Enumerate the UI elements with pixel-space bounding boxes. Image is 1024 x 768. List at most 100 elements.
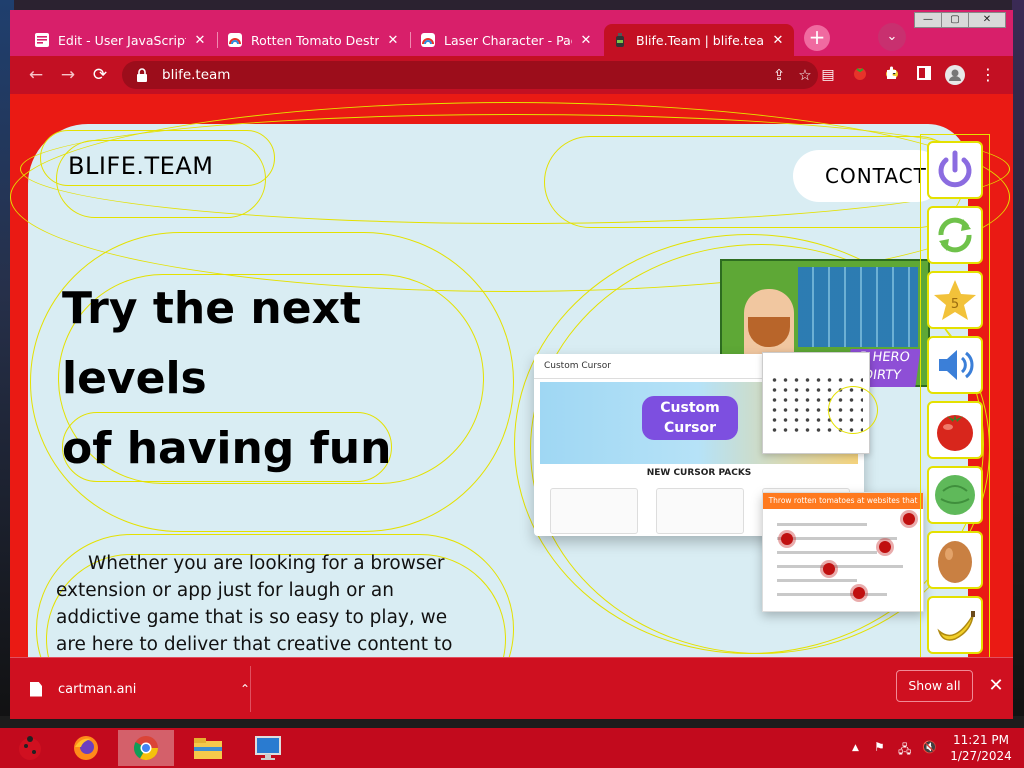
tab-close-icon[interactable]: ✕: [192, 33, 208, 48]
tab-edit-user-javascript[interactable]: Edit - User JavaScript and ✕: [26, 24, 216, 56]
new-tab-button[interactable]: +: [804, 25, 830, 51]
bookmark-star-icon[interactable]: ☆: [792, 66, 818, 84]
ladybug-icon: [19, 736, 41, 760]
browser-toolbar: ← → ⟳ blife.team ⇪ ☆ ▤ ⋮: [10, 56, 1013, 94]
speaker-icon: [939, 350, 974, 380]
tomato-splat: [879, 541, 891, 553]
egg-projectile-button[interactable]: [927, 531, 983, 589]
download-separator: [250, 666, 251, 712]
tab-close-icon[interactable]: ✕: [578, 33, 594, 48]
star-rating-button[interactable]: 5: [927, 271, 983, 329]
reader-mode-icon[interactable]: ▤: [818, 65, 838, 85]
taskbar-app[interactable]: [58, 730, 114, 766]
hero-line: levels: [62, 353, 207, 404]
tab-rotten-tomato-destroyer[interactable]: Rotten Tomato Destroyer ✕: [219, 24, 409, 56]
text-line: [777, 593, 887, 596]
show-hidden-icons[interactable]: ▲: [852, 743, 859, 753]
desktop-background-right: [1012, 0, 1024, 728]
showcase-tomato-screenshot: Throw rotten tomatoes at websites that y…: [762, 492, 924, 612]
close-download-bar-icon[interactable]: ✕: [984, 672, 1008, 700]
download-bar: cartman.ani ⌃ Show all ✕: [10, 657, 1013, 719]
tab-close-icon[interactable]: ✕: [770, 33, 786, 48]
tab-search-button[interactable]: ⌄: [878, 23, 906, 51]
taskbar-app[interactable]: [180, 730, 236, 766]
cabbage-projectile-button[interactable]: [927, 466, 983, 524]
tab-close-icon[interactable]: ✕: [385, 33, 401, 48]
browser-window: Edit - User JavaScript and ✕ Rotten Toma…: [10, 10, 1013, 719]
taskbar-app[interactable]: [2, 730, 58, 766]
profile-avatar-icon[interactable]: [945, 65, 965, 85]
taskbar-app[interactable]: [118, 730, 174, 766]
side-panel-icon[interactable]: [914, 65, 934, 85]
tab-blife-team[interactable]: Blife.Team | blife.team ✕: [604, 24, 794, 56]
tab-separator: [410, 32, 411, 48]
extensions-puzzle-icon[interactable]: [882, 65, 902, 85]
monitor-icon: [255, 736, 281, 760]
tab-label: Edit - User JavaScript and: [58, 32, 186, 48]
tomato-projectile-button[interactable]: [927, 401, 983, 459]
system-clock[interactable]: 11:21 PM 1/27/2024: [948, 732, 1014, 764]
forward-button[interactable]: →: [58, 65, 78, 85]
share-icon[interactable]: ⇪: [766, 66, 792, 84]
tab-laser-character[interactable]: Laser Character - Page Ra ✕: [412, 24, 602, 56]
text-line: [777, 565, 903, 568]
refresh-button[interactable]: [927, 206, 983, 264]
reload-button[interactable]: ⟳: [90, 65, 110, 85]
tomato-icon: [937, 415, 973, 451]
download-file-name: cartman.ani: [58, 681, 137, 697]
tab-label: Blife.Team | blife.team: [636, 32, 764, 48]
network-icon[interactable]: 🖧: [898, 740, 911, 761]
back-button[interactable]: ←: [26, 65, 46, 85]
star-icon: 5: [934, 280, 976, 320]
minimize-button[interactable]: —: [914, 12, 942, 28]
lock-icon: [137, 68, 147, 82]
text-line: [777, 523, 867, 526]
banana-projectile-button[interactable]: [927, 596, 983, 654]
url-text[interactable]: blife.team: [162, 67, 766, 83]
maximize-button[interactable]: ▢: [941, 12, 969, 28]
text-line: [777, 537, 897, 540]
file-icon: [30, 681, 42, 697]
taskbar-app[interactable]: [240, 730, 296, 766]
rainbow-icon: [228, 33, 242, 47]
clock-date: 1/27/2024: [950, 749, 1012, 763]
tomato-splat: [853, 587, 865, 599]
taskbar: ▲ ⚑ 🖧 🔇 11:21 PM 1/27/2024: [0, 728, 1024, 768]
showcase-pack-card: [656, 488, 744, 534]
showcase-grid: [798, 267, 918, 347]
cabbage-icon: [935, 475, 975, 515]
tomato-splat: [903, 513, 915, 525]
bottle-icon: [616, 33, 624, 47]
power-button[interactable]: [927, 141, 983, 199]
sound-button[interactable]: [927, 336, 983, 394]
outline-ring: [828, 386, 878, 434]
volume-muted-icon[interactable]: 🔇: [922, 740, 937, 754]
close-window-button[interactable]: ✕: [968, 12, 1006, 28]
star-label: 5: [951, 297, 959, 312]
tab-separator: [217, 32, 218, 48]
tomato-splat: [823, 563, 835, 575]
cursor-logo-line: Custom: [660, 400, 720, 416]
firefox-icon: [74, 736, 98, 760]
intro-paragraph: Whether you are looking for a browser ex…: [56, 553, 453, 655]
chevron-up-icon[interactable]: ⌃: [240, 682, 250, 696]
show-all-button[interactable]: Show all: [896, 670, 973, 702]
projectile-toolbox: 5: [920, 134, 990, 657]
download-item[interactable]: cartman.ani ⌃: [30, 676, 250, 702]
extension-tomato-icon[interactable]: [850, 65, 870, 85]
egg-icon: [938, 541, 972, 583]
showcase-tomato-header: Throw rotten tomatoes at websites that y…: [763, 493, 923, 521]
tab-label: Rotten Tomato Destroyer: [251, 32, 379, 48]
menu-kebab-icon[interactable]: ⋮: [978, 65, 998, 85]
file-explorer-icon: [194, 738, 222, 759]
refresh-icon: [938, 217, 972, 253]
text-line: [777, 579, 857, 582]
site-logo-text[interactable]: BLIFE.TEAM: [68, 152, 213, 180]
document-icon: [35, 33, 49, 47]
tab-label: Laser Character - Page Ra: [444, 32, 572, 48]
showcase-new-packs: NEW CURSOR PACKS: [646, 468, 752, 478]
cursor-logo-line: Cursor: [663, 420, 716, 436]
address-bar[interactable]: blife.team ⇪ ☆: [122, 61, 818, 89]
clock-time: 11:21 PM: [953, 733, 1009, 747]
flag-icon[interactable]: ⚑: [874, 740, 885, 754]
